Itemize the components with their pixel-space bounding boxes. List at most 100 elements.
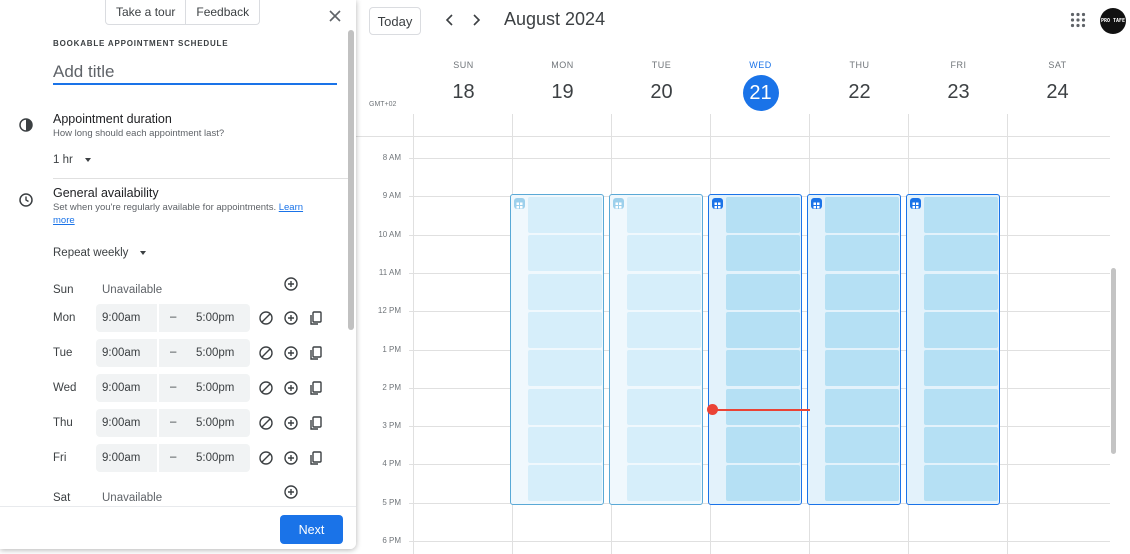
appointment-slot[interactable]: [627, 465, 701, 502]
day-number[interactable]: 24: [1008, 79, 1107, 105]
title-input[interactable]: [53, 58, 337, 85]
end-time-field[interactable]: 5:00pm: [196, 382, 234, 394]
start-time-field[interactable]: 9:00am: [102, 452, 140, 464]
add-circle-icon[interactable]: [283, 484, 299, 500]
unavailable-icon[interactable]: [258, 310, 274, 326]
start-time-field[interactable]: 9:00am: [102, 347, 140, 359]
appointment-slot[interactable]: [726, 197, 800, 233]
appointment-slot[interactable]: [924, 465, 998, 502]
take-a-tour-button[interactable]: Take a tour: [106, 0, 185, 25]
appointment-slot[interactable]: [825, 197, 899, 233]
appointment-slot[interactable]: [627, 197, 701, 233]
day-number[interactable]: 23: [909, 79, 1008, 105]
panel-scrollbar[interactable]: [348, 30, 354, 330]
copy-icon[interactable]: [308, 415, 324, 431]
end-time-field[interactable]: 5:00pm: [196, 417, 234, 429]
appointment-slot[interactable]: [924, 273, 998, 310]
appointment-slot[interactable]: [726, 273, 800, 310]
day-number[interactable]: 21: [742, 75, 779, 111]
appointment-slot[interactable]: [825, 235, 899, 272]
appointment-slot[interactable]: [825, 350, 899, 387]
day-header-sat[interactable]: SAT 24: [1008, 60, 1107, 105]
add-circle-icon[interactable]: [283, 276, 299, 292]
availability-block-mon[interactable]: [510, 194, 604, 505]
copy-icon[interactable]: [308, 310, 324, 326]
unavailable-icon[interactable]: [258, 380, 274, 396]
appointment-slot[interactable]: [627, 235, 701, 272]
availability-block-wed[interactable]: [708, 194, 802, 505]
appointment-slot[interactable]: [528, 388, 602, 425]
appointment-slot[interactable]: [924, 388, 998, 425]
start-time-field[interactable]: 9:00am: [102, 417, 140, 429]
day-number[interactable]: 18: [414, 79, 513, 105]
availability-block-thu[interactable]: [807, 194, 901, 505]
day-header-fri[interactable]: FRI 23: [909, 60, 1008, 105]
appointment-slot[interactable]: [924, 426, 998, 463]
availability-block-fri[interactable]: [906, 194, 1000, 505]
start-time-field[interactable]: 9:00am: [102, 382, 140, 394]
end-time-field[interactable]: 5:00pm: [196, 347, 234, 359]
copy-icon[interactable]: [308, 345, 324, 361]
time-range[interactable]: 9:00am – 5:00pm: [96, 409, 250, 437]
unavailable-icon[interactable]: [258, 450, 274, 466]
next-button[interactable]: Next: [280, 515, 343, 544]
day-number[interactable]: 20: [612, 79, 711, 105]
appointment-slot[interactable]: [924, 350, 998, 387]
add-circle-icon[interactable]: [283, 450, 299, 466]
appointment-slot[interactable]: [726, 350, 800, 387]
duration-select[interactable]: 1 hr: [53, 154, 91, 166]
appointment-slot[interactable]: [924, 235, 998, 272]
add-circle-icon[interactable]: [283, 380, 299, 396]
time-range[interactable]: 9:00am – 5:00pm: [96, 374, 250, 402]
today-button[interactable]: Today: [369, 7, 421, 35]
day-header-tue[interactable]: TUE 20: [612, 60, 711, 105]
appointment-slot[interactable]: [924, 311, 998, 348]
time-range[interactable]: 9:00am – 5:00pm: [96, 304, 250, 332]
add-circle-icon[interactable]: [283, 345, 299, 361]
day-header-thu[interactable]: THU 22: [810, 60, 909, 105]
appointment-slot[interactable]: [825, 388, 899, 425]
appointment-slot[interactable]: [825, 465, 899, 502]
appointment-slot[interactable]: [627, 426, 701, 463]
chevron-left-icon[interactable]: [440, 10, 460, 30]
availability-block-tue[interactable]: [609, 194, 703, 505]
appointment-slot[interactable]: [528, 311, 602, 348]
appointment-slot[interactable]: [528, 273, 602, 310]
appointment-slot[interactable]: [825, 311, 899, 348]
day-header-wed[interactable]: WED 21: [711, 60, 810, 111]
appointment-slot[interactable]: [528, 426, 602, 463]
copy-icon[interactable]: [308, 450, 324, 466]
day-header-sun[interactable]: SUN 18: [414, 60, 513, 105]
add-circle-icon[interactable]: [283, 310, 299, 326]
copy-icon[interactable]: [308, 380, 324, 396]
appointment-slot[interactable]: [528, 197, 602, 233]
end-time-field[interactable]: 5:00pm: [196, 452, 234, 464]
day-number[interactable]: 19: [513, 79, 612, 105]
appointment-slot[interactable]: [528, 465, 602, 502]
appointment-slot[interactable]: [528, 235, 602, 272]
appointment-slot[interactable]: [627, 350, 701, 387]
start-time-field[interactable]: 9:00am: [102, 312, 140, 324]
feedback-button[interactable]: Feedback: [185, 0, 259, 25]
close-icon[interactable]: [327, 8, 343, 24]
avatar[interactable]: PRO TAFE: [1100, 8, 1126, 34]
appointment-slot[interactable]: [627, 273, 701, 310]
apps-grid-icon[interactable]: [1070, 12, 1086, 28]
end-time-field[interactable]: 5:00pm: [196, 312, 234, 324]
day-number[interactable]: 22: [810, 79, 909, 105]
appointment-slot[interactable]: [627, 311, 701, 348]
appointment-slot[interactable]: [726, 311, 800, 348]
appointment-slot[interactable]: [726, 235, 800, 272]
appointment-slot[interactable]: [627, 388, 701, 425]
appointment-slot[interactable]: [825, 426, 899, 463]
appointment-slot[interactable]: [825, 273, 899, 310]
time-range[interactable]: 9:00am – 5:00pm: [96, 444, 250, 472]
chevron-right-icon[interactable]: [466, 10, 486, 30]
add-circle-icon[interactable]: [283, 415, 299, 431]
appointment-slot[interactable]: [726, 426, 800, 463]
calendar-scrollbar[interactable]: [1111, 268, 1116, 454]
unavailable-icon[interactable]: [258, 415, 274, 431]
repeat-select[interactable]: Repeat weekly: [53, 247, 147, 259]
unavailable-icon[interactable]: [258, 345, 274, 361]
appointment-slot[interactable]: [528, 350, 602, 387]
